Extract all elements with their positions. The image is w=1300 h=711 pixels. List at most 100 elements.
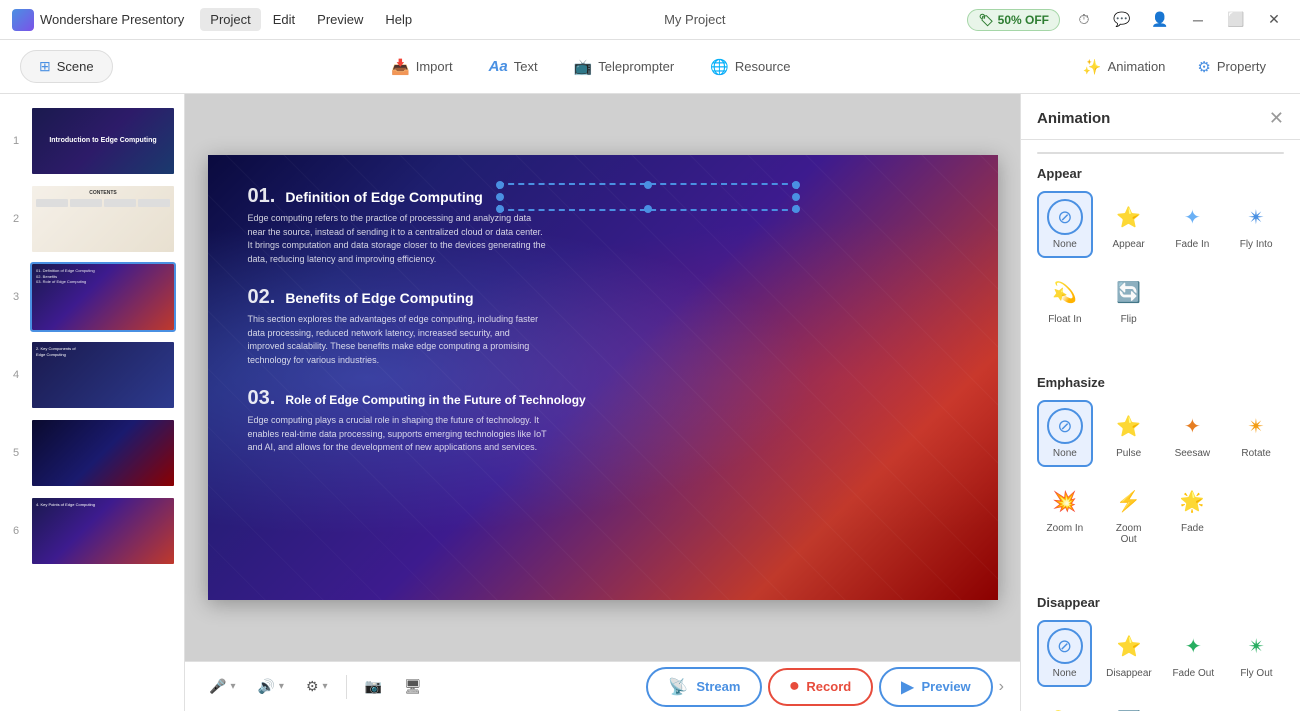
slide-thumb-5[interactable] (30, 418, 176, 488)
appear-appear-item[interactable]: ⭐ Appear (1101, 191, 1157, 258)
text-button[interactable]: Aa Text (475, 52, 552, 81)
slide-thumb-4[interactable]: 2. Key Components ofEdge Computing (30, 340, 176, 410)
slide-item-3[interactable]: 3 01. Definition of Edge Computing02. Be… (0, 258, 184, 336)
record-button[interactable]: ⏺ Record (768, 668, 873, 706)
slide-thumb-3[interactable]: 01. Definition of Edge Computing02. Bene… (30, 262, 176, 332)
appear-none-item[interactable]: ⊘ None (1037, 191, 1093, 258)
emp-seesaw-item[interactable]: ✦ Seesaw (1165, 400, 1221, 467)
appear-flip-item[interactable]: 🔄 Flip (1101, 266, 1157, 333)
property-button[interactable]: ⚙ Property (1183, 52, 1280, 82)
teleprompter-button[interactable]: 📺 Teleprompter (560, 52, 689, 82)
appear-fadein-icon: ✦ (1174, 199, 1210, 235)
volume-button[interactable]: 🔊 ▾ (249, 673, 291, 700)
animation-close-button[interactable]: ✕ (1269, 108, 1284, 129)
emp-zoomin-label: Zoom In (1047, 523, 1084, 534)
dis-none-item[interactable]: ⊘ None (1037, 620, 1092, 687)
dis-flip-item[interactable]: 🔄 Flip (1100, 695, 1158, 711)
animation-icon: ✨ (1083, 58, 1102, 76)
resource-button[interactable]: 🌐 Resource (696, 52, 804, 82)
slide-canvas[interactable]: 01. Definition of Edge Computing Edge co… (208, 155, 998, 600)
slide-item-2[interactable]: 2 CONTENTS (0, 180, 184, 258)
dis-disappear-item[interactable]: ⭐ Disappear (1100, 620, 1158, 687)
settings-button[interactable]: ⚙ ▾ (298, 673, 336, 700)
preview-button[interactable]: ▶ Preview (879, 667, 992, 707)
account-icon-btn[interactable]: 👤 (1146, 6, 1174, 34)
mic-dropdown-icon[interactable]: ▾ (230, 681, 235, 692)
slide1-title-text: Introduction to Edge Computing (49, 136, 156, 145)
appear-flyinto-item[interactable]: ✴ Fly Into (1228, 191, 1284, 258)
emp-pulse-item[interactable]: ⭐ Pulse (1101, 400, 1157, 467)
slide-item-1[interactable]: 1 Introduction to Edge Computing (0, 102, 184, 180)
emp-zoomin-icon: 💥 (1047, 483, 1083, 519)
bottom-divider-1 (346, 675, 347, 699)
emphasize-grid: ⊘ None ⭐ Pulse ✦ Seesaw ✴ Rotate (1037, 400, 1284, 553)
appear-section: Appear ⊘ None ⭐ Appear ✦ Fade In (1021, 154, 1300, 347)
canvas-main[interactable]: 01. Definition of Edge Computing Edge co… (185, 94, 1020, 661)
appear-floatin-item[interactable]: 💫 Float In (1037, 266, 1093, 333)
menu-edit[interactable]: Edit (263, 8, 305, 31)
slide-thumb-2[interactable]: CONTENTS (30, 184, 176, 254)
slide-item-5[interactable]: 5 (0, 414, 184, 492)
menu-project[interactable]: Project (200, 8, 260, 31)
teleprompter-icon: 📺 (574, 58, 593, 76)
dis-fadeout-label: Fade Out (1172, 668, 1214, 679)
menu-preview[interactable]: Preview (307, 8, 373, 31)
toolbar-right-group: ✨ Animation ⚙ Property (1069, 52, 1280, 82)
minimize-btn[interactable]: ─ (1184, 6, 1212, 34)
slide2-contents-text: CONTENTS (36, 190, 170, 196)
appear-section-title: Appear (1037, 166, 1284, 181)
scene-button[interactable]: ⊞ Scene (20, 50, 113, 83)
slide-item-6[interactable]: 6 4. Key Points of Edge Computing (0, 492, 184, 570)
screen-button[interactable]: 🖥 (396, 673, 430, 700)
emp-fade-item[interactable]: 🌟 Fade (1165, 475, 1221, 553)
preview-icon: ▶ (901, 677, 913, 697)
chat-icon-btn[interactable]: 💬 (1108, 6, 1136, 34)
canvas-area: 01. Definition of Edge Computing Edge co… (185, 94, 1020, 711)
text-icon: Aa (489, 58, 508, 75)
maximize-btn[interactable]: ⬜ (1222, 6, 1250, 34)
slide-item-4[interactable]: 4 2. Key Components ofEdge Computing (0, 336, 184, 414)
slide-thumb-1[interactable]: Introduction to Edge Computing (30, 106, 176, 176)
emp-rotate-icon: ✴ (1238, 408, 1274, 444)
property-icon: ⚙ (1197, 58, 1210, 76)
import-button[interactable]: 📥 Import (377, 52, 467, 82)
stream-button[interactable]: 📡 Stream (646, 667, 762, 707)
menu-help[interactable]: Help (375, 8, 422, 31)
disappear-grid: ⊘ None ⭐ Disappear ✦ Fade Out ✴ Fly Out (1037, 620, 1284, 711)
dis-none-label: None (1053, 668, 1077, 679)
dis-disappear-label: Disappear (1106, 668, 1152, 679)
emp-zoomout-item[interactable]: ⚡ Zoom Out (1101, 475, 1157, 553)
appear-fadein-item[interactable]: ✦ Fade In (1165, 191, 1221, 258)
emp-zoomin-item[interactable]: 💥 Zoom In (1037, 475, 1093, 553)
clock-icon-btn[interactable]: ⏱ (1070, 6, 1098, 34)
dis-floatout-icon: 💫 (1047, 703, 1083, 711)
section-03-title: Role of Edge Computing in the Future of … (285, 393, 585, 409)
more-button[interactable]: › (999, 678, 1004, 696)
dis-fadeout-item[interactable]: ✦ Fade Out (1166, 620, 1221, 687)
appear-none-icon: ⊘ (1047, 199, 1083, 235)
dis-floatout-item[interactable]: 💫 Float Out (1037, 695, 1092, 711)
appear-appear-icon: ⭐ (1111, 199, 1147, 235)
dis-flyout-icon: ✴ (1238, 628, 1274, 664)
settings-dropdown-icon[interactable]: ▾ (323, 681, 328, 692)
vol-dropdown-icon[interactable]: ▾ (279, 681, 284, 692)
dis-disappear-icon: ⭐ (1111, 628, 1147, 664)
emp-none-item[interactable]: ⊘ None (1037, 400, 1093, 467)
dis-flyout-item[interactable]: ✴ Fly Out (1229, 620, 1284, 687)
animation-button[interactable]: ✨ Animation (1069, 52, 1180, 82)
slide-number-6: 6 (8, 525, 24, 537)
slide-thumb-6[interactable]: 4. Key Points of Edge Computing (30, 496, 176, 566)
property-label: Property (1217, 59, 1266, 74)
text-label: Text (514, 59, 538, 74)
emphasize-section: Emphasize ⊘ None ⭐ Pulse ✦ Seesaw (1021, 363, 1300, 567)
section-01-num: 01. (248, 185, 276, 208)
section-03: 03. Role of Edge Computing in the Future… (248, 387, 958, 455)
appear-flip-label: Flip (1121, 314, 1137, 325)
resource-icon: 🌐 (710, 58, 729, 76)
promo-badge[interactable]: 🏷 50% OFF (967, 9, 1060, 31)
close-btn[interactable]: ✕ (1260, 6, 1288, 34)
emp-rotate-item[interactable]: ✴ Rotate (1228, 400, 1284, 467)
camera-button[interactable]: 📷 (357, 673, 390, 700)
microphone-button[interactable]: 🎤 ▾ (201, 673, 243, 700)
preview-label: Preview (922, 679, 971, 694)
